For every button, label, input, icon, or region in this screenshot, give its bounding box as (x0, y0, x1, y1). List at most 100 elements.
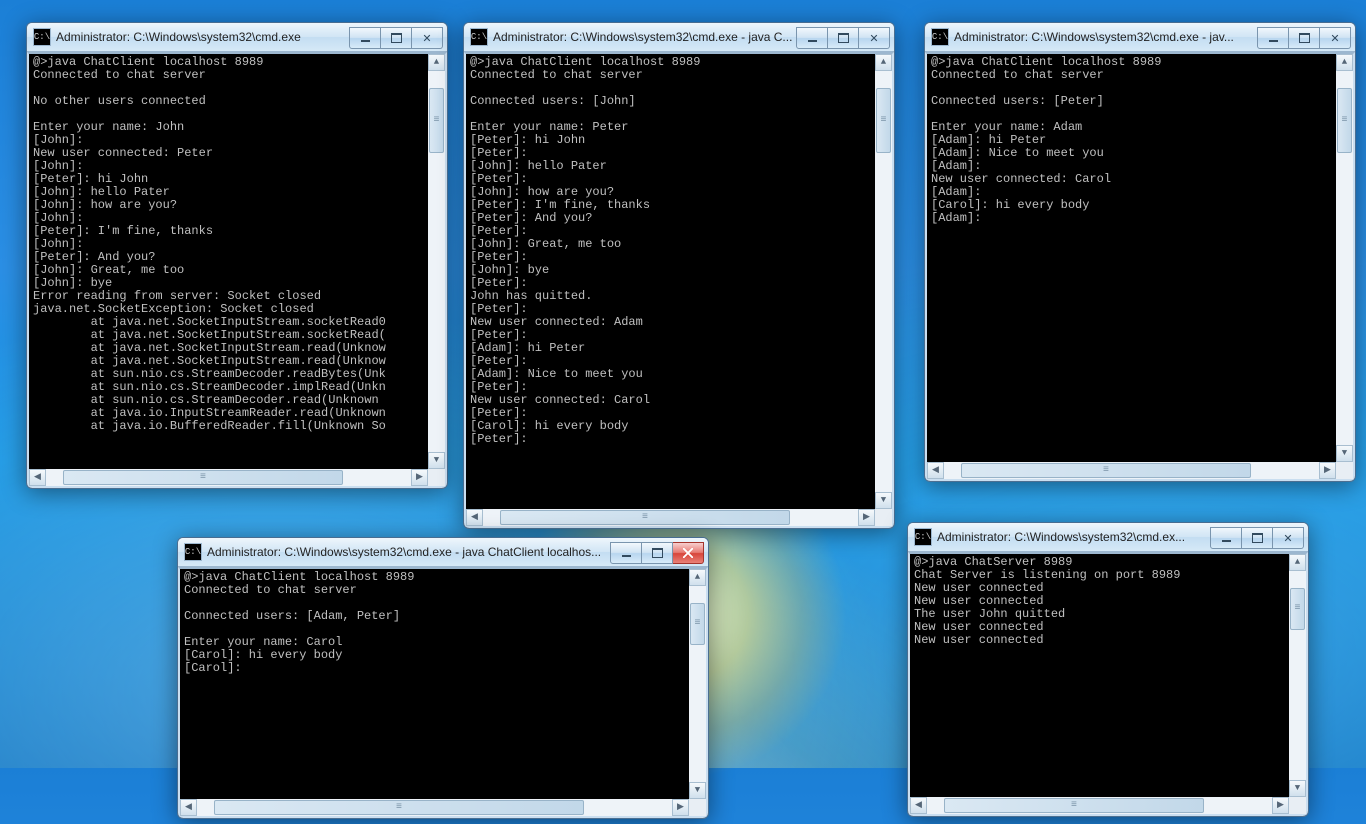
scroll-track[interactable] (197, 799, 672, 816)
scroll-up-button[interactable]: ▲ (428, 54, 445, 71)
scroll-track[interactable] (483, 509, 858, 526)
close-button[interactable]: ✕ (1320, 27, 1351, 49)
scroll-right-button[interactable]: ▶ (411, 469, 428, 486)
titlebar[interactable]: C:\Administrator: C:\Windows\system32\cm… (27, 23, 447, 52)
window-title: Administrator: C:\Windows\system32\cmd.e… (56, 30, 349, 44)
scroll-thumb[interactable] (961, 463, 1251, 478)
scroll-right-button[interactable]: ▶ (1272, 797, 1289, 814)
titlebar[interactable]: C:\Administrator: C:\Windows\system32\cm… (925, 23, 1355, 52)
scroll-track[interactable] (1336, 71, 1353, 445)
titlebar[interactable]: C:\ Administrator: C:\Windows\system32\cm… (178, 538, 708, 567)
minimize-button[interactable] (1257, 27, 1289, 49)
cmd-window[interactable]: C:\ Administrator: C:\Windows\system32\cm… (177, 537, 709, 819)
scroll-left-button[interactable]: ◀ (180, 799, 197, 816)
scroll-thumb[interactable] (876, 88, 891, 153)
scroll-track[interactable] (944, 462, 1319, 479)
scroll-thumb[interactable] (690, 603, 705, 645)
scroll-down-button[interactable]: ▼ (1289, 780, 1306, 797)
vertical-scrollbar[interactable]: ▲▼ (428, 54, 445, 469)
vertical-scrollbar[interactable]: ▲▼ (875, 54, 892, 509)
console-text: @>java ChatClient localhost 8989 Connect… (470, 56, 890, 446)
scroll-thumb[interactable] (1290, 588, 1305, 630)
maximize-button[interactable] (1289, 27, 1320, 49)
window-title: Administrator: C:\Windows\system32\cmd.e… (207, 545, 610, 559)
console-output[interactable]: @>java ChatServer 8989 Chat Server is li… (908, 552, 1308, 816)
console-output[interactable]: @>java ChatClient localhost 8989 Connect… (464, 52, 894, 528)
horizontal-scrollbar[interactable]: ◀▶ (180, 799, 689, 816)
scroll-track[interactable] (1289, 571, 1306, 780)
close-button[interactable] (673, 542, 704, 564)
horizontal-scrollbar[interactable]: ◀▶ (466, 509, 875, 526)
maximize-button[interactable] (1242, 527, 1273, 549)
scroll-up-button[interactable]: ▲ (1336, 54, 1353, 71)
console-output[interactable]: @>java ChatClient localhost 8989 Connect… (27, 52, 447, 488)
window-controls: ✕ (1210, 527, 1304, 547)
scroll-thumb[interactable] (429, 88, 444, 153)
horizontal-scrollbar[interactable]: ◀▶ (927, 462, 1336, 479)
window-title: Administrator: C:\Windows\system32\cmd.e… (937, 530, 1210, 544)
horizontal-scrollbar[interactable]: ◀▶ (29, 469, 428, 486)
scroll-track[interactable] (689, 586, 706, 782)
console-text: @>java ChatClient localhost 8989 Connect… (931, 56, 1351, 225)
vertical-scrollbar[interactable]: ▲▼ (1336, 54, 1353, 462)
resize-grip[interactable] (689, 799, 706, 816)
window-title: Administrator: C:\Windows\system32\cmd.e… (493, 30, 796, 44)
resize-grip[interactable] (1336, 462, 1353, 479)
minimize-button[interactable] (349, 27, 381, 49)
scroll-track[interactable] (927, 797, 1272, 814)
console-output[interactable]: @>java ChatClient localhost 8989 Connect… (925, 52, 1355, 481)
scroll-right-button[interactable]: ▶ (672, 799, 689, 816)
close-button[interactable]: ✕ (859, 27, 890, 49)
resize-grip[interactable] (1289, 797, 1306, 814)
scroll-thumb[interactable] (214, 800, 584, 815)
cmd-icon: C:\ (914, 528, 932, 546)
scroll-track[interactable] (875, 71, 892, 492)
window-title: Administrator: C:\Windows\system32\cmd.e… (954, 30, 1257, 44)
scroll-thumb[interactable] (63, 470, 343, 485)
console-text: @>java ChatClient localhost 8989 Connect… (33, 56, 443, 433)
console-output[interactable]: @>java ChatClient localhost 8989 Connect… (178, 567, 708, 818)
scroll-down-button[interactable]: ▼ (875, 492, 892, 509)
scroll-track[interactable] (428, 71, 445, 452)
scroll-thumb[interactable] (944, 798, 1204, 813)
minimize-button[interactable] (1210, 527, 1242, 549)
scroll-down-button[interactable]: ▼ (689, 782, 706, 799)
vertical-scrollbar[interactable]: ▲▼ (689, 569, 706, 799)
scroll-thumb[interactable] (500, 510, 790, 525)
cmd-icon: C:\ (184, 543, 202, 561)
window-controls: ✕ (349, 27, 443, 47)
scroll-thumb[interactable] (1337, 88, 1352, 153)
scroll-up-button[interactable]: ▲ (1289, 554, 1306, 571)
scroll-left-button[interactable]: ◀ (910, 797, 927, 814)
resize-grip[interactable] (428, 469, 445, 486)
vertical-scrollbar[interactable]: ▲▼ (1289, 554, 1306, 797)
resize-grip[interactable] (875, 509, 892, 526)
minimize-button[interactable] (796, 27, 828, 49)
scroll-left-button[interactable]: ◀ (466, 509, 483, 526)
scroll-up-button[interactable]: ▲ (689, 569, 706, 586)
maximize-button[interactable] (381, 27, 412, 49)
cmd-window[interactable]: C:\ Administrator: C:\Windows\system32\cm… (907, 522, 1309, 817)
cmd-window[interactable]: C:\Administrator: C:\Windows\system32\cm… (463, 22, 895, 529)
scroll-left-button[interactable]: ◀ (29, 469, 46, 486)
minimize-button[interactable] (610, 542, 642, 564)
scroll-down-button[interactable]: ▼ (1336, 445, 1353, 462)
scroll-left-button[interactable]: ◀ (927, 462, 944, 479)
maximize-button[interactable] (828, 27, 859, 49)
scroll-up-button[interactable]: ▲ (875, 54, 892, 71)
scroll-right-button[interactable]: ▶ (1319, 462, 1336, 479)
window-controls: ✕ (1257, 27, 1351, 47)
console-text: @>java ChatServer 8989 Chat Server is li… (914, 556, 1304, 647)
scroll-track[interactable] (46, 469, 411, 486)
maximize-button[interactable] (642, 542, 673, 564)
titlebar[interactable]: C:\Administrator: C:\Windows\system32\cm… (464, 23, 894, 52)
close-button[interactable]: ✕ (1273, 527, 1304, 549)
scroll-down-button[interactable]: ▼ (428, 452, 445, 469)
horizontal-scrollbar[interactable]: ◀▶ (910, 797, 1289, 814)
scroll-right-button[interactable]: ▶ (858, 509, 875, 526)
cmd-window[interactable]: C:\Administrator: C:\Windows\system32\cm… (26, 22, 448, 489)
window-controls (610, 542, 704, 562)
cmd-window[interactable]: C:\Administrator: C:\Windows\system32\cm… (924, 22, 1356, 482)
titlebar[interactable]: C:\ Administrator: C:\Windows\system32\cm… (908, 523, 1308, 552)
close-button[interactable]: ✕ (412, 27, 443, 49)
